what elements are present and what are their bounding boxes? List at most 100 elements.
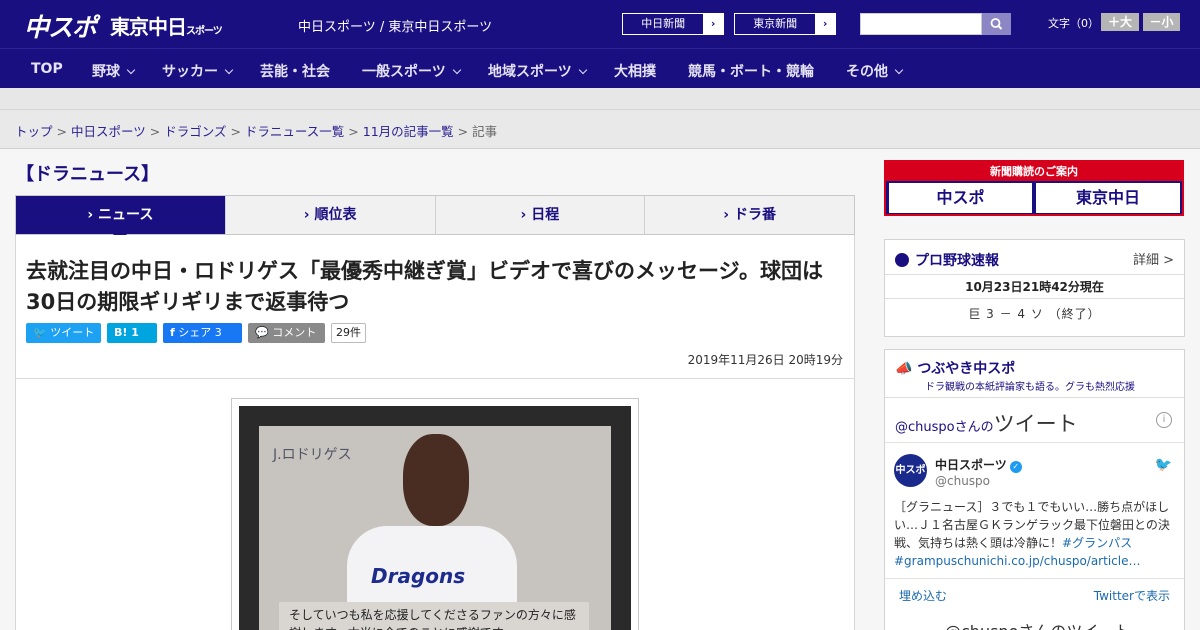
publish-date: 2019年11月26日 20時19分 bbox=[687, 353, 843, 367]
nav-item-sumo[interactable]: 大相撲 bbox=[614, 61, 656, 81]
nav-item-general-sports[interactable]: 一般スポーツ bbox=[362, 61, 461, 81]
avatar[interactable]: 中スポ bbox=[894, 454, 927, 487]
nav-item-label: 野球 bbox=[92, 64, 120, 80]
megaphone-icon: 📣 bbox=[895, 361, 913, 377]
tweet-account-handle[interactable]: @chuspo bbox=[935, 474, 990, 488]
breadcrumb-current: 記事 bbox=[472, 124, 498, 139]
twitter-bird-icon[interactable]: 🐦 bbox=[1155, 457, 1172, 473]
nav-item-racing[interactable]: 競馬・ボート・競輪 bbox=[688, 61, 814, 81]
tab-standings[interactable]: › 順位表 bbox=[224, 196, 435, 234]
comment-button[interactable]: 💬 コメント bbox=[248, 323, 325, 343]
timeline-heading-prefix: @chuspoさんの bbox=[895, 420, 994, 435]
nav-item-label: 大相撲 bbox=[614, 64, 656, 80]
facebook-icon: f bbox=[170, 326, 175, 339]
tweet-url-link[interactable]: chunichi.co.jp/chuspo/article… bbox=[957, 554, 1140, 568]
chunichi-shimbun-link[interactable]: 中日新聞 › bbox=[622, 13, 724, 35]
baseball-score-widget: プロ野球速報 詳細 > 10月23日21時42分現在 巨 3 － 4 ソ （終了… bbox=[884, 239, 1185, 337]
main-nav: TOP 野球 サッカー 芸能・社会 一般スポーツ 地域スポーツ 大相撲 競馬・ボ… bbox=[0, 48, 1200, 88]
player-head bbox=[403, 434, 469, 526]
nav-item-label: 芸能・社会 bbox=[260, 64, 330, 80]
breadcrumb-link[interactable]: 中日スポーツ bbox=[71, 124, 146, 139]
sub-nav-band bbox=[0, 88, 1200, 110]
breadcrumb-separator: > bbox=[457, 124, 469, 139]
breadcrumb: トップ > 中日スポーツ > ドラゴンズ > ドラニュース一覧 > 11月の記事… bbox=[15, 121, 497, 140]
tweet-account-name[interactable]: 中日スポーツ ✓ bbox=[935, 456, 1022, 473]
chevron-down-icon bbox=[126, 65, 136, 75]
site-name[interactable]: 中日スポーツ / 東京中日スポーツ bbox=[298, 16, 492, 35]
nav-item-entertainment[interactable]: 芸能・社会 bbox=[260, 61, 330, 81]
comment-count[interactable]: 29件 bbox=[331, 323, 366, 343]
tab-label: 順位表 bbox=[314, 207, 357, 223]
chevron-down-icon bbox=[578, 65, 587, 75]
nav-item-others[interactable]: その他 bbox=[846, 61, 904, 81]
tweet-button[interactable]: 🐦 ツイート bbox=[26, 323, 101, 343]
chuspo-logo[interactable]: 中スポ bbox=[24, 8, 97, 44]
view-on-twitter-link[interactable]: Twitterで表示 bbox=[1094, 587, 1170, 604]
article-headline: 去就注目の中日・ロドリゲス「最優秀中継ぎ賞」ビデオで喜びのメッセージ。球団は30… bbox=[26, 259, 823, 314]
tweet-text: ［グラニュース］３でも１でもいい…勝ち点がほしい…Ｊ１名古屋ＧＫランゲラック最下… bbox=[894, 498, 1176, 570]
facebook-share-label: シェア 3 bbox=[178, 326, 222, 339]
font-size-label: 文字（0） bbox=[1048, 17, 1099, 30]
twitter-widget: 📣 つぶやき中スポ ドラ観戦の本紙評論家も語る。グラも熱烈応援 @chuspoさ… bbox=[884, 349, 1185, 630]
search-button[interactable] bbox=[982, 13, 1011, 35]
nav-item-label: 一般スポーツ bbox=[362, 64, 446, 80]
tweet-account-name-text: 中日スポーツ bbox=[935, 458, 1007, 472]
baseball-score-row[interactable]: 巨 3 － 4 ソ （終了） bbox=[885, 300, 1184, 328]
search-input[interactable] bbox=[860, 13, 982, 35]
nav-item-baseball[interactable]: 野球 bbox=[92, 61, 136, 81]
tokyo-chunichi-logo-text: 東京中日 bbox=[110, 15, 187, 39]
nav-item-top[interactable]: TOP bbox=[31, 61, 63, 77]
jersey-logo: Dragons bbox=[371, 564, 466, 588]
baseball-update-time: 10月23日21時42分現在 bbox=[885, 274, 1184, 299]
subscribe-chuspo[interactable]: 中スポ bbox=[889, 183, 1032, 213]
chunichi-shimbun-label: 中日新聞 bbox=[641, 17, 686, 30]
tab-dora-ban[interactable]: › ドラ番 bbox=[644, 196, 854, 234]
tweet-widget-subtitle: ドラ観戦の本紙評論家も語る。グラも熱烈応援 bbox=[925, 382, 1135, 393]
search-icon bbox=[990, 18, 1003, 30]
chevron-right-icon: › bbox=[815, 14, 835, 34]
tweet-widget-title-text: つぶやき中スポ bbox=[917, 361, 1016, 377]
tab-news[interactable]: › ニュース bbox=[16, 196, 225, 242]
tab-schedule[interactable]: › 日程 bbox=[434, 196, 645, 234]
subscribe-tokyo-chunichi[interactable]: 東京中日 bbox=[1036, 183, 1180, 213]
tokyo-shimbun-label: 東京新聞 bbox=[753, 17, 798, 30]
chevron-down-icon bbox=[224, 65, 234, 75]
breadcrumb-link[interactable]: ドラゴンズ bbox=[164, 124, 226, 139]
article-divider bbox=[16, 378, 854, 379]
breadcrumb-link[interactable]: 11月の記事一覧 bbox=[363, 124, 454, 139]
nav-item-local-sports[interactable]: 地域スポーツ bbox=[488, 61, 587, 81]
subscription-banner-head: 新聞購読のご案内 bbox=[886, 162, 1182, 181]
tab-label: ドラ番 bbox=[733, 207, 776, 223]
font-bigger-button[interactable]: ＋大 bbox=[1101, 13, 1139, 31]
divider bbox=[885, 442, 1184, 443]
facebook-share-button[interactable]: f シェア 3 bbox=[163, 323, 242, 343]
nav-item-label: 競馬・ボート・競輪 bbox=[688, 64, 814, 80]
tokyo-shimbun-link[interactable]: 東京新聞 › bbox=[734, 13, 836, 35]
timeline-heading: @chuspoさんのツイート bbox=[895, 408, 1078, 438]
baseball-detail-link[interactable]: 詳細 > bbox=[1133, 249, 1174, 268]
breadcrumb-separator: > bbox=[149, 124, 161, 139]
baseball-icon bbox=[895, 253, 909, 267]
article-photo[interactable]: J.ロドリゲス Dragons そしていつも私を応援してくださるファンの方々に感… bbox=[239, 406, 631, 630]
breadcrumb-link[interactable]: ドラニュース一覧 bbox=[245, 124, 344, 139]
timeline-footer-heading[interactable]: @chuspoさんのツイート bbox=[945, 618, 1130, 630]
name-plate: J.ロドリゲス bbox=[273, 447, 352, 463]
tokyo-chunichi-logo-small: スポーツ bbox=[186, 26, 223, 37]
baseball-widget-title: プロ野球速報 bbox=[895, 250, 999, 270]
tokyo-chunichi-logo[interactable]: 東京中日スポーツ bbox=[110, 11, 223, 40]
info-icon[interactable]: i bbox=[1156, 412, 1172, 428]
tab-label: 日程 bbox=[531, 207, 560, 223]
nav-item-label: TOP bbox=[31, 61, 63, 77]
font-smaller-button[interactable]: －小 bbox=[1143, 13, 1180, 31]
chevron-down-icon bbox=[452, 65, 461, 75]
breadcrumb-link[interactable]: トップ bbox=[15, 124, 53, 139]
nav-item-soccer[interactable]: サッカー bbox=[162, 61, 234, 81]
baseball-widget-title-text: プロ野球速報 bbox=[915, 253, 999, 269]
embed-link[interactable]: 埋め込む bbox=[899, 587, 947, 604]
hatena-bookmark-button[interactable]: B! 1 bbox=[107, 323, 157, 343]
hashtag-link[interactable]: #grampus bbox=[894, 554, 957, 568]
chevron-down-icon bbox=[894, 65, 904, 75]
subscription-banner[interactable]: 新聞購読のご案内 中スポ 東京中日 bbox=[884, 160, 1184, 216]
hashtag-link[interactable]: #グランパス bbox=[1062, 536, 1132, 550]
section-title: 【ドラニュース】 bbox=[16, 164, 160, 185]
